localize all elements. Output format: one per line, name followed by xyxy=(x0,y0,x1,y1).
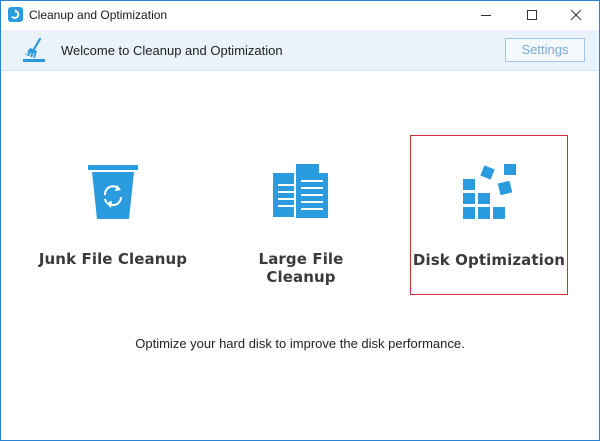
tile-label: Junk File Cleanup xyxy=(38,250,188,268)
tile-label: Large File Cleanup xyxy=(258,250,344,286)
maximize-icon xyxy=(527,10,537,20)
description-text: Optimize your hard disk to improve the d… xyxy=(135,336,465,351)
header-band: Welcome to Cleanup and Optimization Sett… xyxy=(1,30,599,71)
tile-large-file-cleanup[interactable]: Large File Cleanup xyxy=(222,135,380,295)
welcome-text: Welcome to Cleanup and Optimization xyxy=(61,43,283,58)
maximize-button[interactable] xyxy=(509,1,555,29)
close-icon xyxy=(570,9,582,21)
minimize-button[interactable] xyxy=(463,1,509,29)
close-button[interactable] xyxy=(553,1,599,29)
minimize-icon xyxy=(481,15,491,16)
recycle-bin-icon xyxy=(88,165,138,219)
app-window: Cleanup and Optimization Welcome to Clea… xyxy=(0,0,600,441)
app-logo-icon xyxy=(8,7,23,22)
tile-disk-optimization[interactable]: Disk Optimization xyxy=(410,135,568,295)
title-bar[interactable]: Cleanup and Optimization xyxy=(1,1,599,29)
settings-button[interactable]: Settings xyxy=(505,38,585,62)
broom-icon xyxy=(23,37,45,62)
disk-blocks-icon xyxy=(463,164,516,219)
window-title: Cleanup and Optimization xyxy=(29,8,168,22)
tile-label: Disk Optimization xyxy=(412,251,566,269)
tile-junk-file-cleanup[interactable]: Junk File Cleanup xyxy=(34,135,192,295)
documents-icon xyxy=(273,162,330,220)
